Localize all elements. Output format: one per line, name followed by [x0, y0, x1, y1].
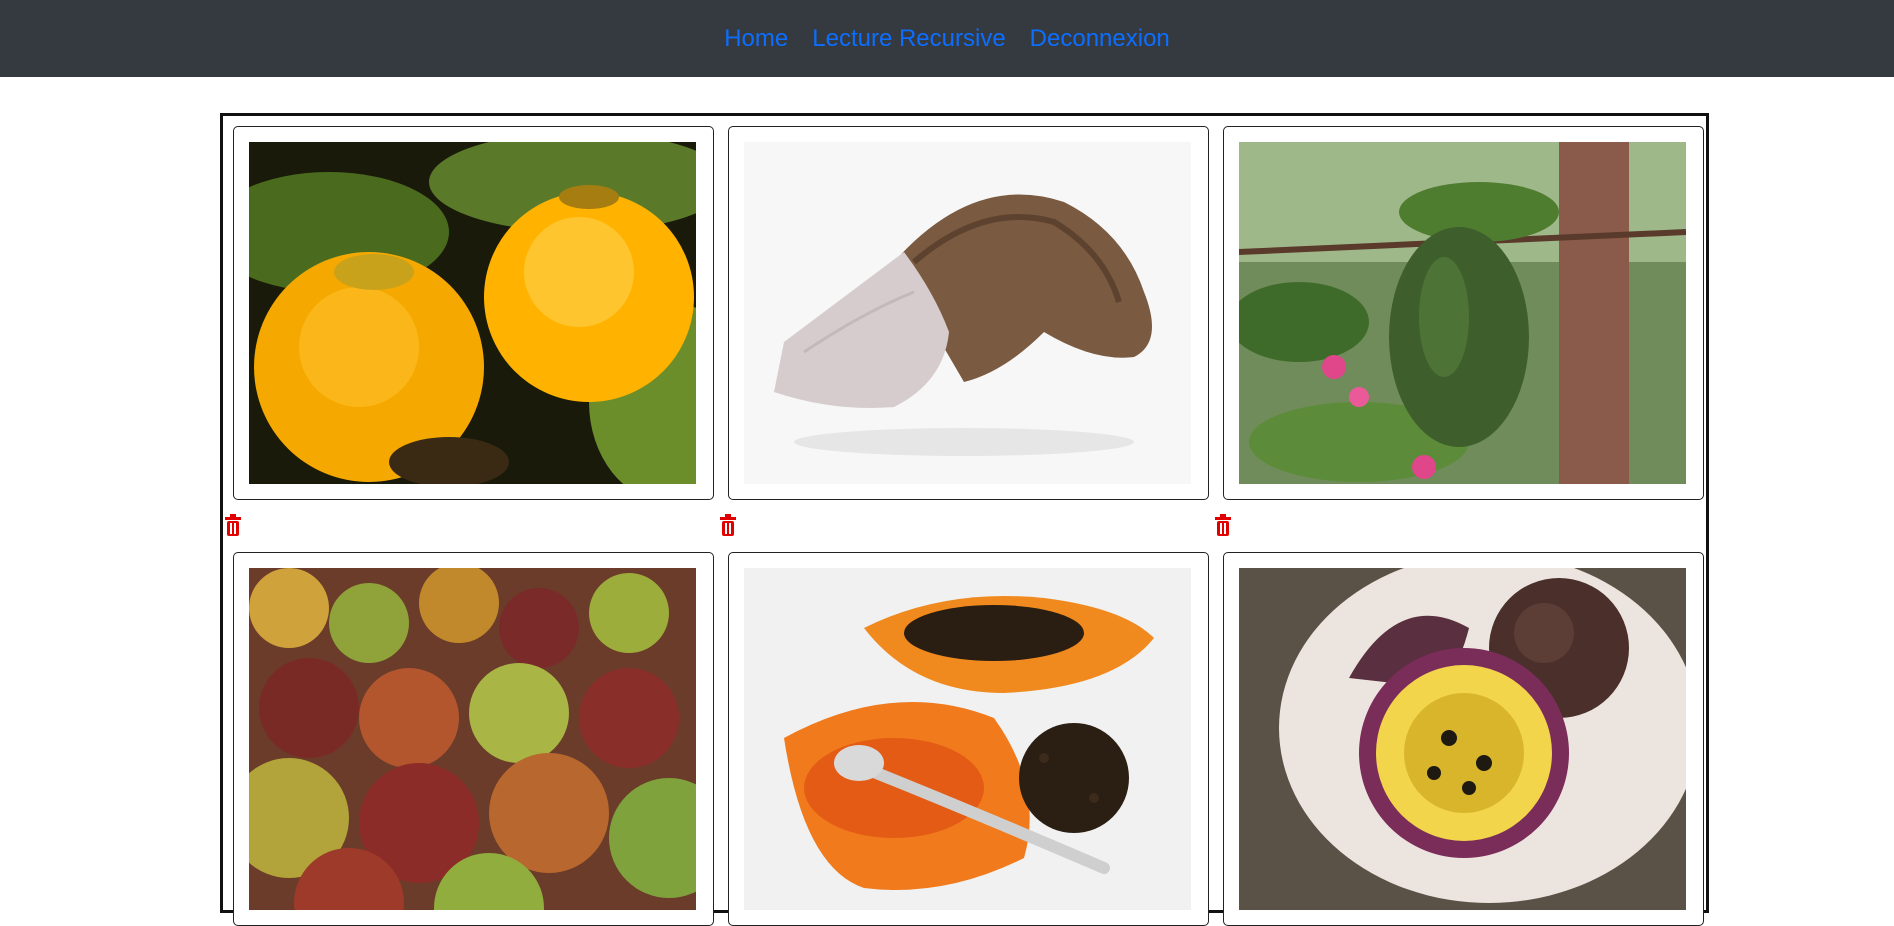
nav-home-link[interactable]: Home [724, 25, 788, 53]
papaya-photo [744, 568, 1191, 910]
gallery-card-taro[interactable] [728, 126, 1209, 500]
nav-deconnexion-link[interactable]: Deconnexion [1030, 25, 1170, 53]
gallery-card-soursop[interactable] [1223, 126, 1704, 500]
gallery-card-mango[interactable] [233, 552, 714, 926]
gallery-card-papaya[interactable] [728, 552, 1209, 926]
gallery-card-persimmon[interactable] [233, 126, 714, 500]
trash-icon[interactable] [224, 514, 242, 536]
gallery-frame [220, 113, 1709, 926]
persimmon-photo [249, 142, 696, 484]
gallery-card-passion-fruit[interactable] [1223, 552, 1704, 926]
nav-lecture-recursive-link[interactable]: Lecture Recursive [812, 25, 1005, 53]
soursop-photo [1239, 142, 1686, 484]
top-navbar: Home Lecture Recursive Deconnexion [0, 0, 1894, 77]
taro-photo [744, 142, 1191, 484]
nav-links: Home Lecture Recursive Deconnexion [724, 25, 1170, 53]
trash-icon[interactable] [719, 514, 737, 536]
passion-fruit-photo [1239, 568, 1686, 910]
trash-icon[interactable] [1214, 514, 1232, 536]
mango-photo [249, 568, 696, 910]
